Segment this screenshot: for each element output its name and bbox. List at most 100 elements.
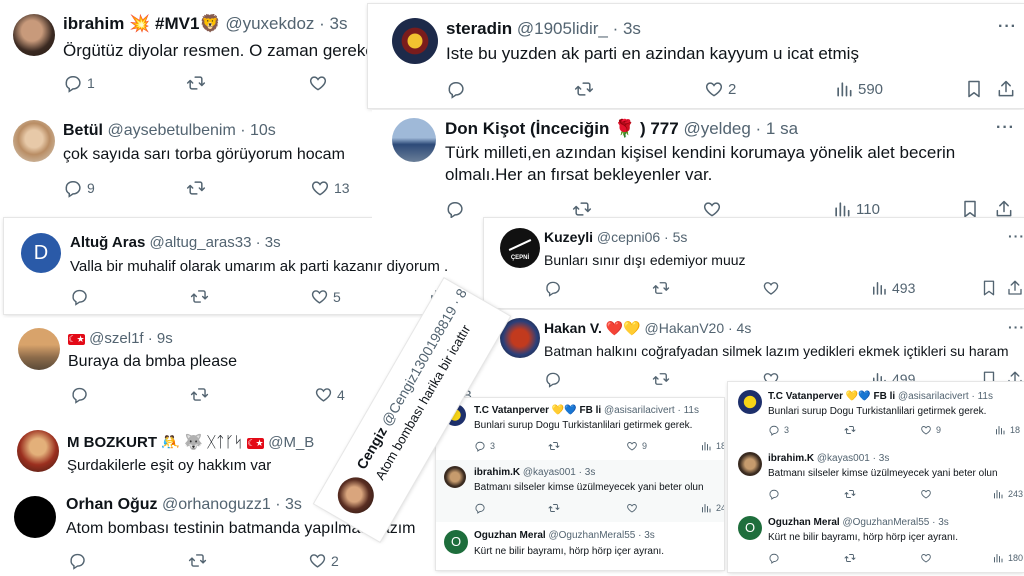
retweet-button[interactable] [844,488,856,500]
display-name[interactable]: ibrahim.K [768,453,814,464]
handle[interactable]: @OguzhanMeral55 · 3s [548,530,654,541]
handle[interactable]: @cepni06 · 5s [597,229,687,245]
display-name[interactable]: Oguzhan Meral [768,517,840,528]
views-button[interactable]: 180 [992,552,1023,564]
handle[interactable]: @kayas001 · 3s [817,453,889,464]
like-button[interactable] [762,279,780,297]
handle[interactable]: @szel1f · 9s [89,330,173,347]
views-button[interactable]: 493 [870,279,915,297]
like-button[interactable]: 2 [704,79,736,99]
avatar[interactable] [17,430,59,472]
reply-button[interactable]: 3 [768,424,789,436]
reply-button[interactable] [544,279,562,297]
share-button[interactable] [994,199,1014,218]
retweet-button[interactable] [548,440,560,452]
reply-button[interactable] [68,551,87,570]
like-button[interactable] [920,488,932,500]
avatar[interactable] [18,328,60,370]
handle[interactable]: @asisarilacivert · 11s [898,391,993,402]
handle[interactable]: @yeldeg · 1 sa [683,119,798,138]
avatar[interactable]: O [738,516,762,540]
avatar[interactable] [392,18,438,64]
display-name[interactable]: ibrahim [63,14,124,33]
retweet-button[interactable] [548,502,560,514]
avatar[interactable]: ÇEPNİ [500,228,540,268]
like-button[interactable]: 9 [626,440,647,452]
views-button[interactable]: 243 [992,488,1023,500]
retweet-button[interactable] [572,199,592,218]
share-button[interactable] [1006,279,1024,297]
more-options-icon[interactable]: ··· [996,119,1015,137]
avatar[interactable] [738,452,762,476]
retweet-button[interactable] [652,279,670,297]
share-button[interactable] [996,79,1016,99]
like-button[interactable]: 9 [920,424,941,436]
like-button[interactable]: 13 [310,178,350,198]
handle[interactable]: @OguzhanMeral55 · 3s [842,517,948,528]
retweet-button[interactable] [186,73,206,93]
views-button[interactable]: 18 [994,424,1020,436]
like-button[interactable] [702,199,722,218]
retweet-button[interactable] [186,178,206,198]
reply-button[interactable] [768,552,780,564]
reply-button[interactable] [70,385,89,404]
display-name[interactable]: Don Kişot (İnceciğin [445,119,609,138]
reply-button[interactable] [474,502,486,514]
retweet-button[interactable] [190,385,209,404]
avatar[interactable] [444,466,466,488]
bookmark-button[interactable] [964,79,984,99]
like-button[interactable] [920,552,932,564]
reply-button[interactable] [544,370,562,388]
more-options-icon[interactable]: ··· [1008,319,1024,335]
avatar[interactable] [500,318,540,358]
more-options-icon[interactable]: ··· [998,18,1017,36]
handle[interactable]: @M_B [268,434,314,451]
display-name[interactable]: Betül [63,122,103,139]
reply-button[interactable] [70,287,89,306]
reply-button[interactable] [445,199,465,218]
handle[interactable]: @altug_aras33 · 3s [149,234,280,251]
like-button[interactable]: 5 [310,287,341,306]
like-button[interactable]: 4 [314,385,345,404]
like-button[interactable] [626,502,638,514]
avatar[interactable] [13,14,55,56]
display-name[interactable]: M BOZKURT [67,434,157,451]
avatar[interactable] [13,120,55,162]
handle[interactable]: @orhanoguzz1 · 3s [162,496,302,513]
display-name[interactable]: ibrahim.K [474,467,520,478]
avatar[interactable] [14,496,56,538]
like-button[interactable] [308,73,328,93]
reply-button[interactable]: 1 [63,73,95,93]
display-name[interactable]: Oguzhan Meral [474,530,546,541]
retweet-button[interactable] [188,551,207,570]
handle[interactable]: @1905lidir_ · 3s [517,19,641,38]
views-button[interactable]: 590 [834,79,883,99]
reply-button[interactable] [446,79,466,99]
views-button[interactable]: 18 [700,440,724,452]
handle[interactable]: @kayas001 · 3s [523,467,595,478]
display-name[interactable]: Kuzeyli [544,229,593,245]
retweet-button[interactable] [844,552,856,564]
retweet-button[interactable] [844,424,856,436]
avatar[interactable] [738,390,762,414]
display-name[interactable]: steradin [446,19,512,38]
display-name[interactable]: T.C Vatanperver [768,391,843,402]
avatar[interactable]: O [444,530,468,554]
reply-button[interactable] [768,488,780,500]
bookmark-button[interactable] [960,199,980,218]
display-name[interactable]: T.C Vatanperver [474,405,549,416]
views-button[interactable]: 24 [700,502,724,514]
display-name[interactable]: Orhan Oğuz [66,496,158,513]
more-options-icon[interactable]: ··· [1008,228,1024,244]
retweet-button[interactable] [190,287,209,306]
avatar[interactable] [331,470,381,520]
reply-button[interactable]: 3 [474,440,495,452]
retweet-button[interactable] [652,370,670,388]
handle[interactable]: @aysebetulbenim · 10s [107,122,275,139]
bookmark-button[interactable] [980,279,998,297]
handle[interactable]: @asisarilacivert · 11s [604,405,699,416]
handle[interactable]: @HakanV20 · 4s [645,320,752,336]
avatar[interactable] [392,118,436,162]
handle[interactable]: @yuxekdoz · 3s [225,14,347,33]
display-name[interactable]: Altuğ Aras [70,234,145,251]
